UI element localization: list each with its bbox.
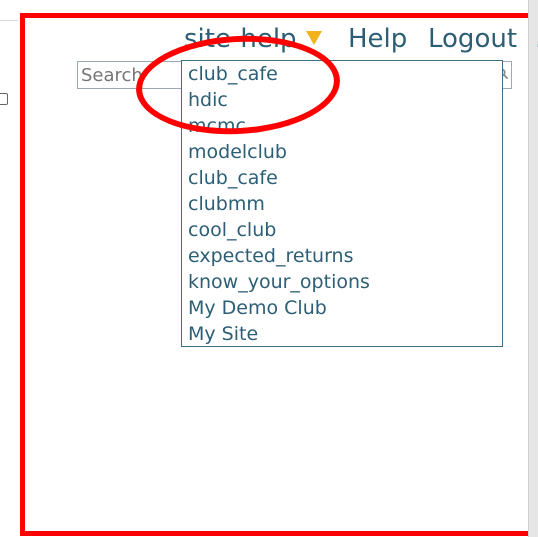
chevron-down-icon — [306, 31, 322, 45]
scrollbar-rail[interactable] — [528, 0, 538, 537]
dropdown-item-modelclub[interactable]: modelclub — [188, 140, 287, 164]
dropdown-item-club-cafe-2[interactable]: club_cafe — [188, 166, 278, 190]
dropdown-item-expected-returns[interactable]: expected_returns — [188, 244, 354, 268]
help-link[interactable]: Help — [348, 24, 407, 54]
dropdown-item-know-your-options[interactable]: know_your_options — [188, 270, 370, 294]
edge-checkbox[interactable] — [0, 93, 8, 105]
logout-link[interactable]: Logout — [428, 24, 517, 54]
page: site-help Help Logout . club_cafe hdic m… — [0, 0, 538, 537]
top-divider — [0, 20, 18, 21]
dropdown-item-my-demo-club[interactable]: My Demo Club — [188, 296, 327, 320]
dropdown-item-clubmm[interactable]: clubmm — [188, 192, 265, 216]
dropdown-item-my-site[interactable]: My Site — [188, 322, 258, 346]
dropdown-item-cool-club[interactable]: cool_club — [188, 218, 276, 242]
